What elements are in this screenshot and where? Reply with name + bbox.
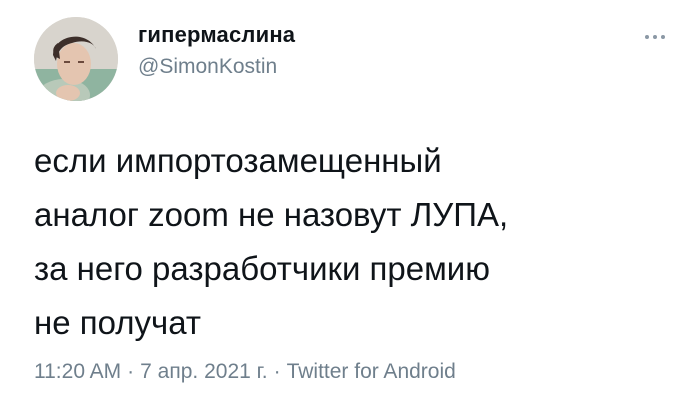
tweet-source-link[interactable]: Twitter for Android (287, 360, 456, 383)
more-dot (653, 35, 657, 39)
tweet-metadata: 11:20 AM · 7 апр. 2021 г. · Twitter for Andr… (34, 360, 456, 384)
tweet-text: если импортозамещенный аналог zoom не на… (34, 142, 509, 341)
display-name[interactable]: гипермаслина (138, 22, 295, 48)
tweet-time[interactable]: 11:20 AM (34, 360, 121, 383)
separator: · (273, 360, 281, 383)
profile-photo-icon (34, 17, 118, 101)
tweet-card: гипермаслина @SimonKostin если импортоза… (0, 0, 700, 416)
more-dot (645, 35, 649, 39)
tweet-date[interactable]: 7 апр. 2021 г. (140, 360, 267, 383)
username-handle[interactable]: @SimonKostin (138, 55, 277, 79)
avatar[interactable] (34, 17, 118, 101)
separator: · (127, 360, 135, 383)
more-dot (661, 35, 665, 39)
more-options-icon[interactable] (640, 30, 670, 44)
